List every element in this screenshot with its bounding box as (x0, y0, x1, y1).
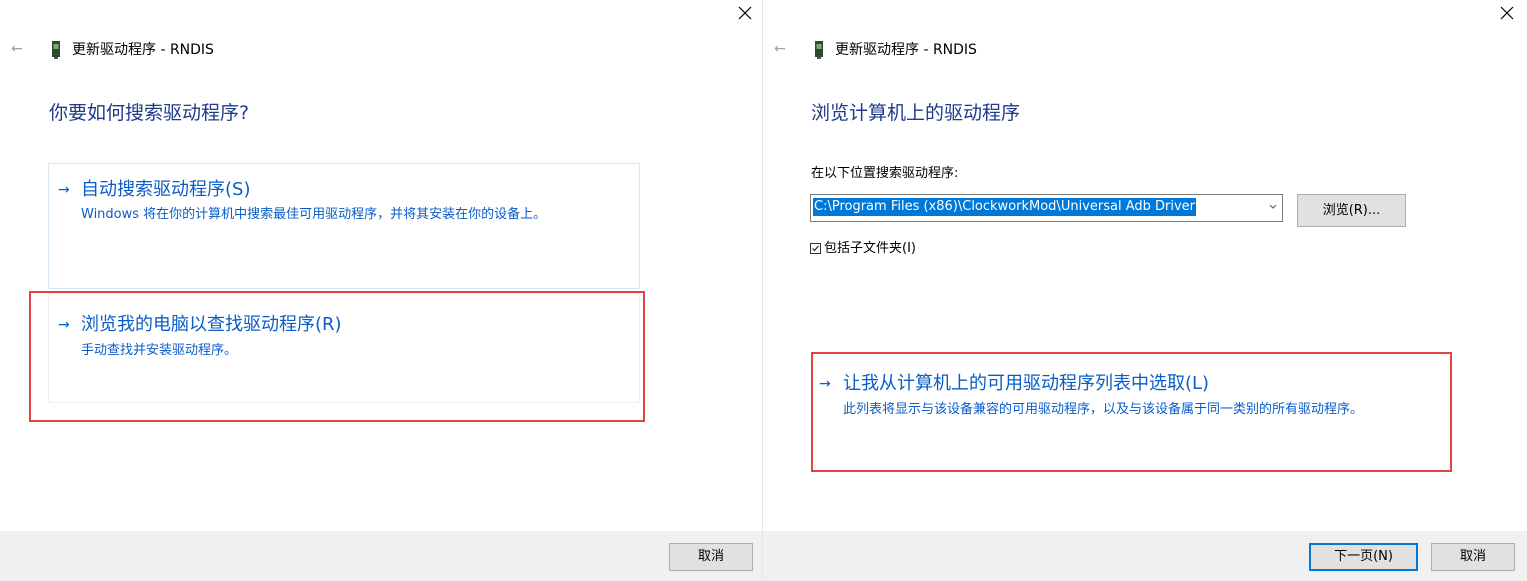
dialog-divider (762, 0, 763, 581)
back-arrow-icon: ← (11, 41, 23, 57)
option-title: 自动搜索驱动程序(S) (81, 179, 251, 200)
highlight-box (29, 291, 645, 422)
next-button[interactable]: 下一页(N) (1309, 543, 1418, 571)
device-icon (51, 41, 61, 59)
cancel-button[interactable]: 取消 (669, 543, 753, 571)
chevron-down-icon[interactable] (1268, 203, 1278, 211)
back-button[interactable]: ← (11, 39, 27, 59)
device-icon (814, 41, 824, 59)
checkmark-icon (812, 245, 819, 252)
dialog-footer: 取消 (0, 531, 763, 581)
arrow-right-icon: → (58, 182, 70, 198)
include-subfolders-label[interactable]: 包括子文件夹(I) (824, 240, 916, 258)
close-button[interactable] (734, 2, 756, 24)
page-heading: 你要如何搜索驱动程序? (49, 102, 250, 124)
cancel-button[interactable]: 取消 (1431, 543, 1515, 571)
back-button[interactable]: ← (774, 39, 790, 59)
search-path-value[interactable]: C:\Program Files (x86)\ClockworkMod\Univ… (813, 198, 1197, 216)
highlight-box (811, 352, 1452, 472)
option-description: Windows 将在你的计算机中搜索最佳可用驱动程序，并将其安装在你的设备上。 (81, 207, 547, 222)
close-button[interactable] (1496, 2, 1518, 24)
close-icon (1500, 6, 1514, 20)
close-icon (738, 6, 752, 20)
update-driver-dialog-browse: ← 更新驱动程序 - RNDIS 浏览计算机上的驱动程序 在以下位置搜索驱动程序… (763, 0, 1527, 581)
update-driver-dialog-search-method: ← 更新驱动程序 - RNDIS 你要如何搜索驱动程序? → 自动搜索驱动程序(… (0, 0, 763, 581)
auto-search-option[interactable]: → 自动搜索驱动程序(S) Windows 将在你的计算机中搜索最佳可用驱动程序… (48, 163, 640, 289)
window-title: 更新驱动程序 - RNDIS (835, 42, 977, 58)
search-location-label: 在以下位置搜索驱动程序: (811, 166, 959, 181)
search-path-combobox[interactable]: C:\Program Files (x86)\ClockworkMod\Univ… (810, 194, 1283, 222)
window-title: 更新驱动程序 - RNDIS (72, 42, 214, 58)
browse-button[interactable]: 浏览(R)... (1297, 194, 1406, 227)
include-subfolders-checkbox[interactable] (810, 243, 821, 254)
page-heading: 浏览计算机上的驱动程序 (811, 102, 1021, 124)
dialog-footer: 下一页(N) 取消 (763, 531, 1527, 581)
back-arrow-icon: ← (774, 41, 786, 57)
